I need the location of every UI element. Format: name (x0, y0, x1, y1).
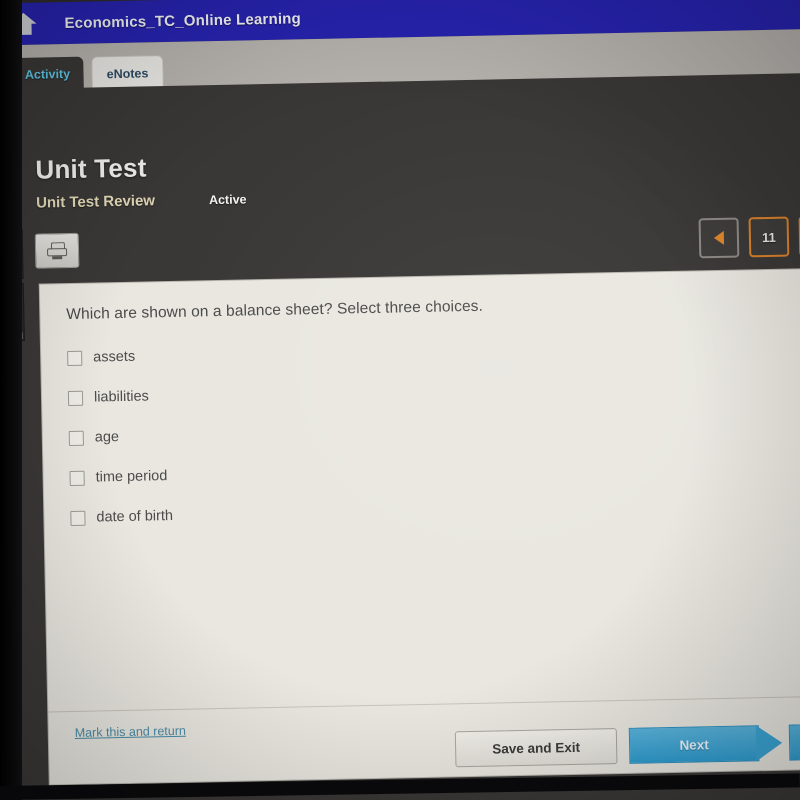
printer-icon (47, 242, 68, 260)
save-and-exit-label: Save and Exit (492, 739, 581, 757)
choice-assets-label: assets (93, 348, 136, 366)
mark-and-return-link[interactable]: Mark this and return (75, 724, 186, 740)
tab-enotes[interactable]: eNotes (91, 55, 164, 91)
pager-prev-button[interactable] (698, 217, 740, 259)
question-prompt: Which are shown on a balance sheet? Sele… (66, 297, 484, 324)
heading-block: Unit Test Unit Test Review Active (35, 150, 247, 211)
status-badge: Active (208, 192, 247, 208)
print-button[interactable] (34, 232, 80, 269)
content-shell: Unit Test Unit Test Review Active 11 Whi… (0, 72, 800, 800)
photographed-screen: Economics_TC_Online Learning Activity eN… (0, 0, 800, 800)
tab-enotes-label: eNotes (106, 65, 149, 81)
question-card: Which are shown on a balance sheet? Sele… (39, 268, 800, 785)
chevron-right-icon (755, 724, 783, 762)
choice-liabilities-label: liabilities (93, 388, 149, 406)
tab-activity-label: Activity (24, 66, 71, 82)
checkbox-liabilities[interactable] (67, 390, 84, 406)
save-and-exit-button[interactable]: Save and Exit (454, 728, 618, 768)
browser-page: Economics_TC_Online Learning Activity eN… (0, 0, 800, 800)
choice-time-period-label: time period (95, 468, 168, 486)
page-subtitle: Unit Test Review (35, 192, 156, 212)
subheading-line: Unit Test Review Active (36, 190, 247, 211)
checkbox-date-of-birth[interactable] (70, 510, 86, 526)
checkbox-time-period[interactable] (69, 470, 85, 486)
course-title: Economics_TC_Online Learning (64, 9, 302, 32)
pager-page-11[interactable]: 11 (748, 216, 790, 258)
card-footer: Mark this and return Save and Exit Next (48, 695, 800, 785)
checkbox-age[interactable] (68, 430, 84, 446)
device-bezel-left (0, 0, 22, 800)
tab-activity[interactable]: Activity (11, 56, 84, 92)
choice-date-of-birth-label: date of birth (96, 507, 174, 526)
question-body: Which are shown on a balance sheet? Sele… (40, 269, 800, 539)
pager-page-11-label: 11 (761, 229, 776, 245)
next-overflow-button[interactable] (788, 723, 800, 761)
checkbox-assets[interactable] (67, 350, 83, 366)
pagination: 11 12 (698, 215, 800, 259)
next-label: Next (679, 736, 709, 753)
page-title: Unit Test (35, 152, 147, 185)
choice-age-label: age (94, 429, 120, 446)
choice-list: assets liabilities age time period date … (67, 323, 800, 538)
next-button[interactable]: Next (628, 724, 783, 764)
triangle-left-icon (713, 230, 725, 246)
